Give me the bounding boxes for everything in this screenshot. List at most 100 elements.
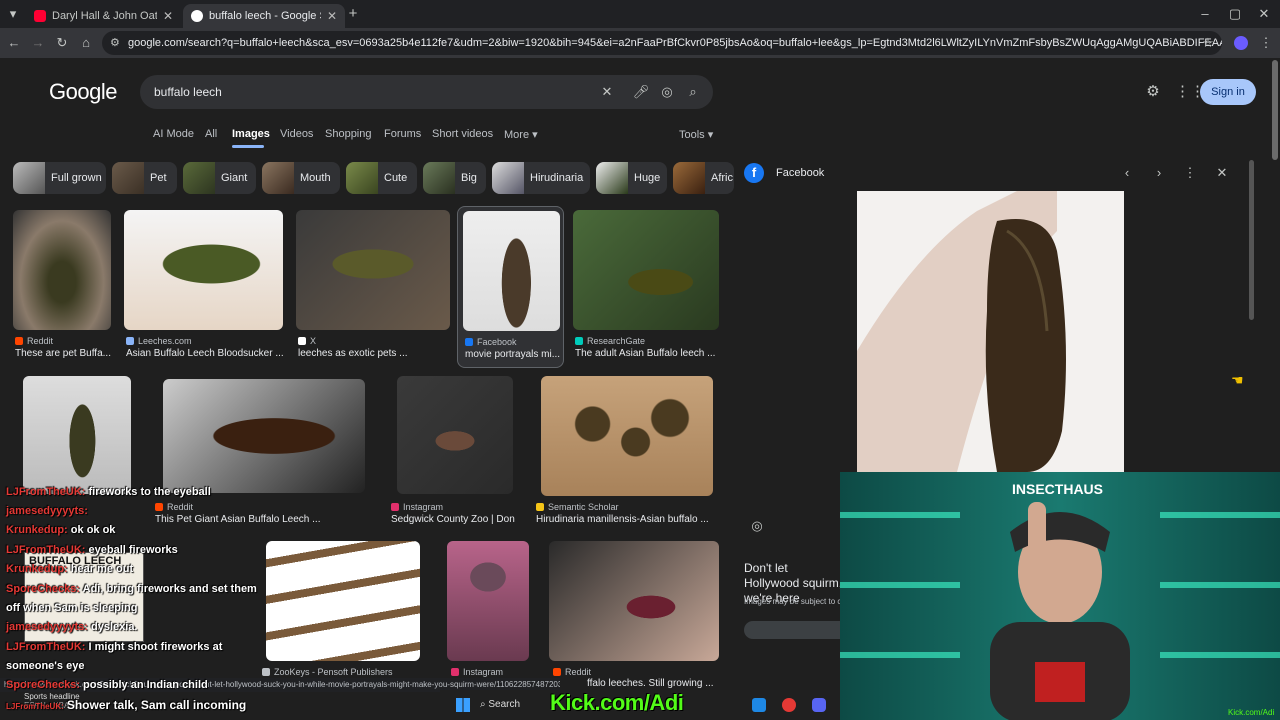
result-source[interactable]: Reddit xyxy=(553,667,591,677)
panel-source-header[interactable]: f Facebook xyxy=(744,163,824,183)
google-logo[interactable]: Google xyxy=(49,79,117,105)
chip-mouth[interactable]: Mouth xyxy=(262,162,340,194)
image-result[interactable]: ZooKeys - Pensoft Publishers xyxy=(262,541,420,681)
image-result[interactable]: Reddit ffalo leeches. Still growing ... xyxy=(549,541,719,691)
result-source[interactable]: Leeches.com xyxy=(126,336,192,346)
chip-big[interactable]: Big xyxy=(423,162,486,194)
result-thumbnail[interactable] xyxy=(124,210,283,330)
preview-image[interactable] xyxy=(857,191,1124,472)
close-panel-icon[interactable]: ✕ xyxy=(1214,165,1230,181)
chip-giant[interactable]: Giant xyxy=(183,162,256,194)
result-caption[interactable]: The adult Asian Buffalo leech ... xyxy=(575,348,721,359)
tab-short-videos[interactable]: Short videos xyxy=(432,128,493,140)
image-result[interactable]: ResearchGate The adult Asian Buffalo lee… xyxy=(573,210,719,360)
result-thumbnail[interactable] xyxy=(266,541,420,661)
more-options-icon[interactable]: ⋮ xyxy=(1182,165,1198,181)
reload-icon[interactable]: ↻ xyxy=(53,34,71,52)
result-caption[interactable]: This Pet Giant Asian Buffalo Leech ... xyxy=(155,514,365,525)
result-source[interactable]: Reddit xyxy=(15,336,53,346)
chip-full-grown[interactable]: Full grown xyxy=(13,162,106,194)
sign-in-button[interactable]: Sign in xyxy=(1200,79,1256,105)
result-thumbnail[interactable] xyxy=(397,376,513,494)
result-thumbnail[interactable] xyxy=(549,541,719,661)
result-thumbnail[interactable] xyxy=(23,376,131,494)
taskbar-discord-icon[interactable] xyxy=(812,698,826,712)
image-result[interactable]: X leeches as exotic pets ... xyxy=(296,210,450,360)
minimize-icon[interactable]: – xyxy=(1196,5,1214,23)
apps-grid-icon[interactable]: ⋮⋮ xyxy=(1175,83,1205,101)
tools-button[interactable]: Tools ▾ xyxy=(679,128,713,141)
result-caption[interactable]: Asian Buffalo Leech Bloodsucker ... xyxy=(126,348,285,359)
tab-images[interactable]: Images xyxy=(232,128,270,140)
tab-forums[interactable]: Forums xyxy=(384,128,421,140)
result-caption[interactable]: ffalo leeches. Still growing ... xyxy=(587,678,717,689)
lens-search-icon[interactable]: ◎ xyxy=(658,83,676,101)
site-info-icon[interactable]: ⚙ xyxy=(110,31,120,55)
result-source[interactable]: ResearchGate xyxy=(575,336,645,346)
result-caption[interactable]: movie portrayals mi... xyxy=(465,349,562,360)
image-result[interactable]: Reddit These are pet Buffa... xyxy=(13,210,111,360)
panel-source-name[interactable]: Facebook xyxy=(776,167,824,179)
browser-tab-google[interactable]: buffalo leech - Google Search ✕ xyxy=(183,4,345,28)
maximize-icon[interactable]: ▢ xyxy=(1226,5,1244,23)
tab-search-icon[interactable]: ▾ xyxy=(4,5,22,23)
image-result[interactable]: Leeches.com Asian Buffalo Leech Bloodsuc… xyxy=(124,210,285,360)
image-result[interactable]: Instagram Sedgwick County Zoo | Don'... xyxy=(391,376,515,526)
result-thumbnail[interactable] xyxy=(13,210,111,330)
image-result[interactable]: Instagram xyxy=(447,541,529,681)
result-caption[interactable]: Hirudinaria manillensis-Asian buffalo ..… xyxy=(536,514,716,525)
settings-gear-icon[interactable]: ⚙ xyxy=(1144,83,1162,101)
chip-pet[interactable]: Pet xyxy=(112,162,177,194)
profile-avatar[interactable] xyxy=(1232,34,1250,52)
lens-search-icon[interactable]: ◎ xyxy=(748,517,766,535)
result-source[interactable]: ZooKeys - Pensoft Publishers xyxy=(262,667,393,677)
result-thumbnail[interactable] xyxy=(163,379,365,493)
result-source[interactable]: Instagram xyxy=(391,502,443,512)
tab-shopping[interactable]: Shopping xyxy=(325,128,372,140)
close-tab-icon[interactable]: ✕ xyxy=(163,9,173,23)
next-image-icon[interactable]: › xyxy=(1151,165,1167,181)
result-source[interactable]: Instagram xyxy=(451,667,503,677)
result-caption[interactable]: leeches as exotic pets ... xyxy=(298,348,452,359)
clear-search-icon[interactable]: ✕ xyxy=(598,83,616,101)
voice-search-icon[interactable]: 🎤︎ xyxy=(632,83,650,101)
result-source[interactable]: Facebook xyxy=(465,337,517,347)
search-input[interactable]: buffalo leech xyxy=(154,85,222,99)
image-result[interactable]: Reddit This Pet Giant Asian Buffalo Leec… xyxy=(155,379,365,529)
panel-scrollbar[interactable] xyxy=(1249,160,1254,320)
taskbar-chrome-icon[interactable] xyxy=(782,698,796,712)
address-bar[interactable]: ⚙ google.com/search?q=buffalo+leech&sca_… xyxy=(102,31,1222,55)
previous-image-icon[interactable]: ‹ xyxy=(1119,165,1135,181)
taskbar-search[interactable]: ⌕ Search xyxy=(480,695,540,715)
image-result-selected[interactable]: Facebook movie portrayals mi... xyxy=(457,206,564,368)
browser-menu-icon[interactable]: ⋮ xyxy=(1257,34,1275,52)
result-thumbnail[interactable] xyxy=(447,541,529,661)
home-icon[interactable]: ⌂ xyxy=(77,34,95,52)
chip-africa[interactable]: Afric xyxy=(673,162,734,194)
taskbar-app-icon[interactable] xyxy=(752,698,766,712)
result-thumbnail[interactable] xyxy=(541,376,713,496)
result-source[interactable]: Semantic Scholar xyxy=(536,502,619,512)
result-thumbnail[interactable] xyxy=(296,210,450,330)
page-scrollbar[interactable] xyxy=(1272,60,1278,160)
tab-more[interactable]: More ▾ xyxy=(504,128,538,141)
back-icon[interactable]: ← xyxy=(5,34,23,52)
new-tab-button[interactable]: + xyxy=(344,5,362,23)
result-source[interactable]: X xyxy=(298,336,316,346)
tab-videos[interactable]: Videos xyxy=(280,128,313,140)
result-thumbnail[interactable] xyxy=(463,211,560,331)
result-thumbnail[interactable] xyxy=(573,210,719,330)
chip-cute[interactable]: Cute xyxy=(346,162,417,194)
search-box[interactable]: buffalo leech ✕ 🎤︎ ◎ ⌕ xyxy=(140,75,713,109)
image-result[interactable]: Semantic Scholar Hirudinaria manillensis… xyxy=(536,376,713,526)
visit-button[interactable] xyxy=(744,621,840,639)
forward-icon[interactable]: → xyxy=(29,34,47,52)
result-caption[interactable]: These are pet Buffa... xyxy=(15,348,113,359)
browser-tab-youtube[interactable]: Daryl Hall & John Oates - You M ✕ xyxy=(26,4,181,28)
tab-all[interactable]: All xyxy=(205,128,217,140)
image-result[interactable] xyxy=(23,376,131,496)
result-source[interactable]: Reddit xyxy=(155,502,193,512)
search-icon[interactable]: ⌕ xyxy=(684,83,702,101)
bookmark-star-icon[interactable]: ☆ xyxy=(1199,34,1217,52)
chip-hirudinaria[interactable]: Hirudinaria xyxy=(492,162,590,194)
